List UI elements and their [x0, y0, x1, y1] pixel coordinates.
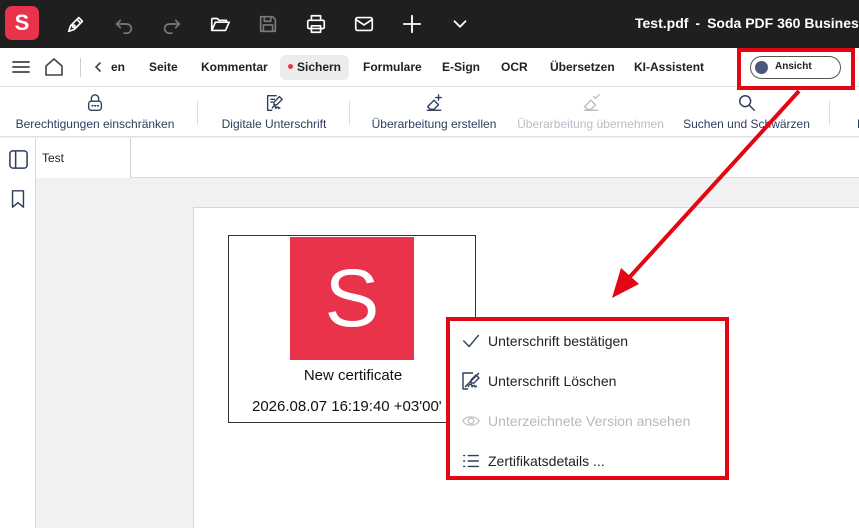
- pen-icon[interactable]: [64, 12, 88, 36]
- plus-icon[interactable]: [400, 12, 424, 36]
- hamburger-menu-icon[interactable]: [10, 56, 32, 78]
- folder-open-icon[interactable]: [208, 12, 232, 36]
- panel-toggle-icon[interactable]: [7, 148, 29, 170]
- tab-kommentar[interactable]: Kommentar: [201, 55, 268, 80]
- ribbon-divider: [829, 101, 830, 125]
- restrict-permissions-label: Berechtigungen einschränken: [15, 117, 175, 131]
- view-signed-version-label: Unterzeichnete Version ansehen: [488, 413, 691, 429]
- signature-timestamp: 2026.08.07 16:19:40 +03'00': [252, 398, 442, 415]
- list-icon: [460, 450, 482, 472]
- signature-field[interactable]: S New certificate 2026.08.07 16:19:40 +0…: [228, 235, 476, 423]
- certificate-details-item[interactable]: Zertifikatsdetails ...: [450, 441, 725, 481]
- ribbon-divider: [349, 101, 350, 125]
- certificate-details-label: Zertifikatsdetails ...: [488, 453, 605, 469]
- delete-signature-item[interactable]: Unterschrift Löschen: [450, 361, 725, 401]
- eraser-plus-icon: [423, 92, 445, 114]
- print-icon[interactable]: [304, 12, 328, 36]
- ribbon-divider: [197, 101, 198, 125]
- app-window: S Test.pdf - Soda PDF 360 Business en Se…: [0, 0, 859, 528]
- tab-formulare[interactable]: Formulare: [363, 55, 422, 80]
- tab-seite[interactable]: Seite: [149, 55, 178, 80]
- view-signed-version-item[interactable]: Unterzeichnete Version ansehen: [450, 401, 725, 441]
- title-bar: S Test.pdf - Soda PDF 360 Business: [0, 0, 859, 48]
- app-name: Soda PDF 360 Business: [707, 15, 859, 31]
- document-name: Test.pdf: [635, 15, 689, 31]
- signature-delete-icon: [460, 370, 482, 392]
- signature-context-menu: Unterschrift bestätigen Unterschrift Lös…: [446, 317, 729, 480]
- search-and-redact-label: Suchen und Schwärzen: [683, 117, 810, 131]
- annotation-highlight-box: [737, 48, 855, 90]
- tab-e-sign[interactable]: E-Sign: [442, 55, 480, 80]
- mail-icon[interactable]: [352, 12, 376, 36]
- app-logo[interactable]: S: [5, 6, 39, 40]
- lock-icon: [84, 92, 106, 114]
- apply-revision-label: Überarbeitung übernehmen: [517, 117, 664, 131]
- title-separator: -: [695, 15, 701, 31]
- tab-uebersetzen[interactable]: Übersetzen: [550, 55, 615, 80]
- menu-bar: en Seite Kommentar Sichern Formulare E-S…: [0, 48, 859, 87]
- digital-signature-label: Digitale Unterschrift: [221, 117, 327, 131]
- bookmark-icon[interactable]: [7, 188, 29, 210]
- ribbon-toolbar: Berechtigungen einschränken Digitale Unt…: [0, 87, 859, 137]
- tab-ocr[interactable]: OCR: [501, 55, 528, 80]
- certificate-name: New certificate: [303, 367, 403, 384]
- certificate-logo: S: [290, 237, 414, 360]
- tab-ki-assistent[interactable]: KI-Assistent: [634, 55, 704, 80]
- chevron-left-icon[interactable]: [91, 56, 105, 78]
- tab-sichern-label: Sichern: [297, 60, 342, 74]
- document-tab-label: Test: [42, 151, 65, 165]
- more-icon: [851, 92, 859, 114]
- eraser-check-icon: [580, 92, 602, 114]
- search-icon: [736, 92, 758, 114]
- create-revision-label: Überarbeitung erstellen: [371, 117, 497, 131]
- delete-signature-label: Unterschrift Löschen: [488, 373, 617, 389]
- redo-icon[interactable]: [160, 12, 184, 36]
- check-icon: [460, 330, 482, 352]
- tab-sichern[interactable]: Sichern: [280, 55, 350, 80]
- signature-icon: [263, 92, 285, 114]
- document-title: Test.pdf - Soda PDF 360 Business: [635, 15, 859, 31]
- create-revision-button[interactable]: Überarbeitung erstellen: [371, 87, 497, 137]
- save-icon[interactable]: [256, 12, 280, 36]
- left-sidebar: [0, 138, 36, 528]
- tab-bearbeiten[interactable]: en: [111, 55, 125, 80]
- eye-icon: [460, 410, 482, 432]
- more-ribbon-button[interactable]: M: [852, 87, 859, 137]
- document-tab[interactable]: Test: [36, 138, 131, 178]
- restrict-permissions-button[interactable]: Berechtigungen einschränken: [14, 87, 176, 137]
- active-tab-dot: [288, 64, 293, 70]
- chevron-down-icon[interactable]: [448, 12, 472, 36]
- apply-revision-button[interactable]: Überarbeitung übernehmen: [517, 87, 664, 137]
- verify-signature-label: Unterschrift bestätigen: [488, 333, 629, 349]
- digital-signature-button[interactable]: Digitale Unterschrift: [219, 87, 329, 137]
- menu-divider: [80, 58, 81, 77]
- document-tab-strip: Test: [36, 138, 859, 178]
- search-and-redact-button[interactable]: Suchen und Schwärzen: [683, 87, 810, 137]
- verify-signature-item[interactable]: Unterschrift bestätigen: [450, 321, 725, 361]
- undo-icon[interactable]: [112, 12, 136, 36]
- home-icon[interactable]: [43, 56, 65, 78]
